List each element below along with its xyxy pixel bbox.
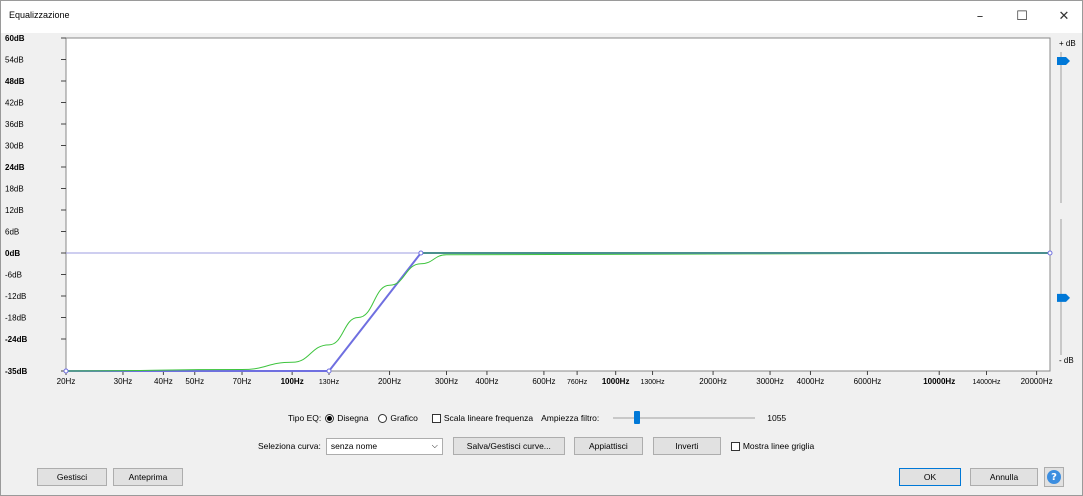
- db-tick-label: 36dB: [5, 120, 24, 129]
- curve-control-point[interactable]: [326, 368, 332, 374]
- db-tick-label: 18dB: [5, 185, 24, 194]
- freq-tick-label: 20Hz: [57, 377, 76, 386]
- preview-button[interactable]: Anteprima: [113, 468, 183, 486]
- disegna-radio[interactable]: [325, 413, 335, 423]
- disegna-label[interactable]: Disegna: [337, 413, 368, 423]
- freq-tick-label: 200Hz: [378, 377, 401, 386]
- manage-button[interactable]: Gestisci: [37, 468, 107, 486]
- freq-tick-label: 100Hz: [281, 377, 304, 386]
- freq-tick-label: 130Hz: [319, 379, 340, 386]
- curve-select-value: senza nome: [330, 441, 378, 451]
- minimize-button[interactable]: –: [962, 1, 998, 31]
- db-tick-label: 54dB: [5, 56, 24, 65]
- chevron-down-icon: ⌵: [431, 441, 438, 450]
- db-tick-label: -6dB: [5, 271, 22, 280]
- freq-tick-label: 1300Hz: [640, 379, 665, 386]
- eq-type-row: Tipo EQ: Disegna Grafico Scala lineare f…: [288, 411, 787, 424]
- freq-tick-label: 10000Hz: [923, 377, 955, 386]
- freq-tick-label: 400Hz: [475, 377, 498, 386]
- db-tick-label: 0dB: [5, 249, 20, 258]
- linear-frequency-label[interactable]: Scala lineare frequenza: [444, 413, 533, 423]
- zero-slider-thumb[interactable]: [1057, 293, 1070, 302]
- freq-tick-label: 40Hz: [154, 377, 173, 386]
- curve-control-point[interactable]: [1047, 250, 1053, 256]
- equalization-dialog: Equalizzazione – ☐ ✕ 60dB 54dB 48dB 42dB 36d…: [0, 0, 1083, 496]
- db-tick-label: -35dB: [5, 367, 27, 376]
- close-button[interactable]: ✕: [1046, 1, 1082, 31]
- cancel-button[interactable]: Annulla: [970, 468, 1038, 486]
- db-tick-label: 48dB: [5, 77, 25, 86]
- freq-tick-label: 70Hz: [233, 377, 252, 386]
- db-tick-label: 60dB: [5, 34, 25, 43]
- db-tick-label: 30dB: [5, 142, 24, 151]
- save-manage-curves-button[interactable]: Salva/Gestisci curve...: [452, 437, 565, 455]
- gain-slider-thumb[interactable]: [1057, 57, 1070, 66]
- freq-tick-label: 6000Hz: [854, 377, 882, 386]
- minus-db-label: - dB: [1059, 356, 1074, 365]
- filter-width-slider-thumb[interactable]: [634, 411, 641, 424]
- freq-tick-label: 30Hz: [114, 377, 133, 386]
- freq-tick-label: 760Hz: [567, 379, 588, 386]
- title-bar: Equalizzazione – ☐ ✕: [1, 1, 1082, 33]
- grafico-radio[interactable]: [378, 413, 388, 423]
- ok-button[interactable]: OK: [899, 468, 961, 486]
- freq-tick-label: 50Hz: [185, 377, 204, 386]
- help-button[interactable]: ?: [1044, 467, 1064, 487]
- curve-control-point[interactable]: [418, 250, 424, 256]
- plus-db-label: + dB: [1059, 39, 1076, 48]
- curve-select[interactable]: senza nome ⌵: [325, 437, 443, 455]
- freq-tick-label: 14000Hz: [972, 379, 1001, 386]
- db-tick-label: 6dB: [5, 228, 19, 237]
- select-curve-label: Seleziona curva:: [258, 441, 321, 451]
- invert-button[interactable]: Inverti: [652, 437, 721, 455]
- show-grid-label[interactable]: Mostra linee griglia: [743, 441, 814, 451]
- freq-tick-label: 3000Hz: [756, 377, 784, 386]
- maximize-button[interactable]: ☐: [1004, 1, 1040, 31]
- window-title: Equalizzazione: [9, 10, 70, 20]
- eq-type-label: Tipo EQ:: [288, 413, 322, 423]
- show-grid-checkbox[interactable]: [730, 441, 740, 451]
- freq-tick-label: 600Hz: [532, 377, 555, 386]
- plot-background[interactable]: [65, 37, 1051, 372]
- db-tick-label: -24dB: [5, 335, 27, 344]
- db-tick-label: 12dB: [5, 206, 24, 215]
- freq-tick-label: 4000Hz: [797, 377, 825, 386]
- db-tick-label: 42dB: [5, 99, 24, 108]
- filter-width-value: 1055: [767, 413, 787, 423]
- flatten-button[interactable]: Appiattisci: [573, 437, 643, 455]
- freq-tick-label: 300Hz: [435, 377, 458, 386]
- db-tick-label: -12dB: [5, 292, 26, 301]
- filter-width-slider[interactable]: [613, 411, 756, 424]
- radio-selected-dot: [327, 415, 333, 421]
- freq-tick-label: 2000Hz: [699, 377, 727, 386]
- freq-tick-label: 1000Hz: [602, 377, 630, 386]
- curve-control-point[interactable]: [63, 368, 69, 374]
- freq-tick-label: 20000Hz: [1021, 377, 1053, 386]
- db-tick-label: 24dB: [5, 163, 25, 172]
- filter-width-label: Ampiezza filtro:: [541, 413, 600, 423]
- help-icon: ?: [1047, 470, 1061, 484]
- eq-graph-area[interactable]: 60dB 54dB 48dB 42dB 36dB 30dB 24dB 18dB 12dB 6dB 0…: [1, 33, 1082, 405]
- grafico-label[interactable]: Grafico: [390, 413, 417, 423]
- curve-row: Seleziona curva: senza nome ⌵ Salva/Gest…: [258, 437, 814, 455]
- linear-frequency-checkbox[interactable]: [431, 413, 441, 423]
- eq-graph[interactable]: 60dB 54dB 48dB 42dB 36dB 30dB 24dB 18dB 12dB 6dB 0…: [1, 33, 1082, 405]
- db-tick-label: -18dB: [5, 314, 26, 323]
